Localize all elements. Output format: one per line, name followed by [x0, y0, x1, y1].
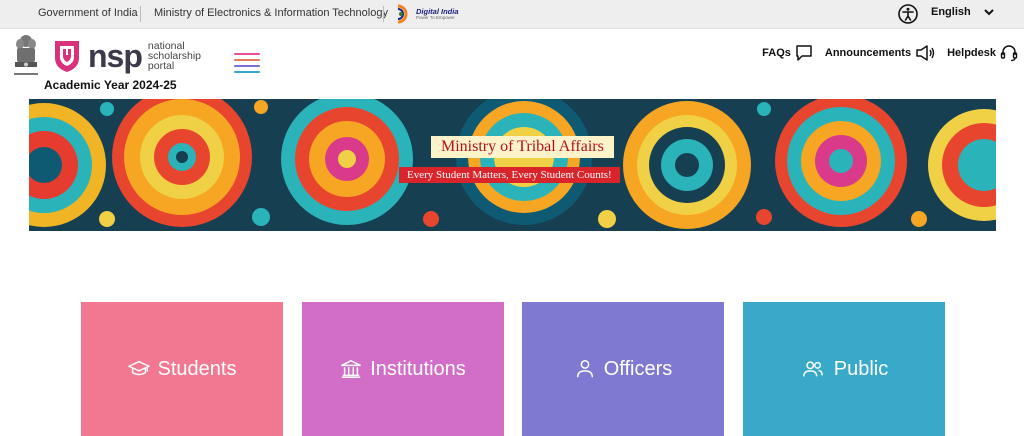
officer-icon: [576, 360, 593, 378]
accessibility-icon[interactable]: [898, 4, 918, 24]
helpdesk-label: Helpdesk: [947, 47, 996, 59]
announcements-label: Announcements: [824, 47, 912, 59]
digital-india-logo[interactable]: Digital India Power To Empower: [394, 3, 459, 25]
nsp-tag-line: portal: [147, 60, 175, 72]
government-top-bar: Government of India Ministry of Electron…: [0, 0, 1024, 29]
government-of-india-link[interactable]: Government of India: [38, 7, 138, 19]
people-icon: [802, 361, 823, 377]
hamburger-line: [234, 53, 260, 55]
digital-india-icon: [397, 4, 408, 24]
institutions-label: Institutions: [370, 357, 466, 380]
ministry-link[interactable]: Ministry of Electronics & Information Te…: [154, 7, 388, 19]
announcements-link[interactable]: Announcements: [825, 44, 935, 62]
banner-tagline: Every Student Matters, Every Student Cou…: [399, 167, 620, 183]
hamburger-line: [234, 65, 260, 67]
students-card[interactable]: Students: [81, 302, 283, 436]
header-nav: FAQs Announcements Helpdesk: [750, 44, 1018, 62]
nsp-logo-text: nsp: [88, 38, 143, 74]
megaphone-icon: [916, 45, 935, 61]
hamburger-line: [234, 59, 260, 61]
chevron-down-icon: [984, 9, 994, 16]
graduation-cap-icon: [127, 360, 150, 376]
students-label: Students: [157, 357, 237, 380]
hamburger-menu-button[interactable]: [234, 51, 260, 73]
banner-mandala-pattern: [29, 99, 996, 231]
divider: [383, 6, 384, 22]
faqs-label: FAQs: [762, 47, 791, 59]
digital-india-title: Digital India: [416, 6, 459, 16]
chat-icon: [796, 45, 812, 61]
public-card[interactable]: Public: [743, 302, 945, 436]
officers-label: Officers: [603, 357, 673, 380]
ministry-banner: Ministry of Tribal Affairs Every Student…: [29, 99, 996, 231]
institutions-card[interactable]: Institutions: [302, 302, 504, 436]
faqs-link[interactable]: FAQs: [762, 44, 813, 62]
nsp-shield-icon: [55, 41, 79, 72]
national-emblem-logo: [14, 35, 38, 75]
helpdesk-link[interactable]: Helpdesk: [947, 44, 1018, 62]
headset-icon: [1000, 45, 1018, 62]
language-label: English: [931, 6, 971, 18]
officers-card[interactable]: Officers: [522, 302, 724, 436]
language-selector[interactable]: English: [931, 6, 995, 18]
hamburger-line: [234, 71, 260, 73]
nsp-logo-tagline: national scholarship portal: [147, 41, 201, 72]
public-label: Public: [833, 357, 889, 380]
digital-india-subtitle: Power To Empower: [416, 15, 455, 20]
institution-icon: [341, 360, 362, 378]
academic-year-label: Academic Year 2024-25: [44, 78, 177, 92]
banner-title: Ministry of Tribal Affairs: [431, 136, 614, 158]
nsp-logo[interactable]: nsp national scholarship portal: [52, 38, 201, 74]
divider: [140, 6, 141, 22]
